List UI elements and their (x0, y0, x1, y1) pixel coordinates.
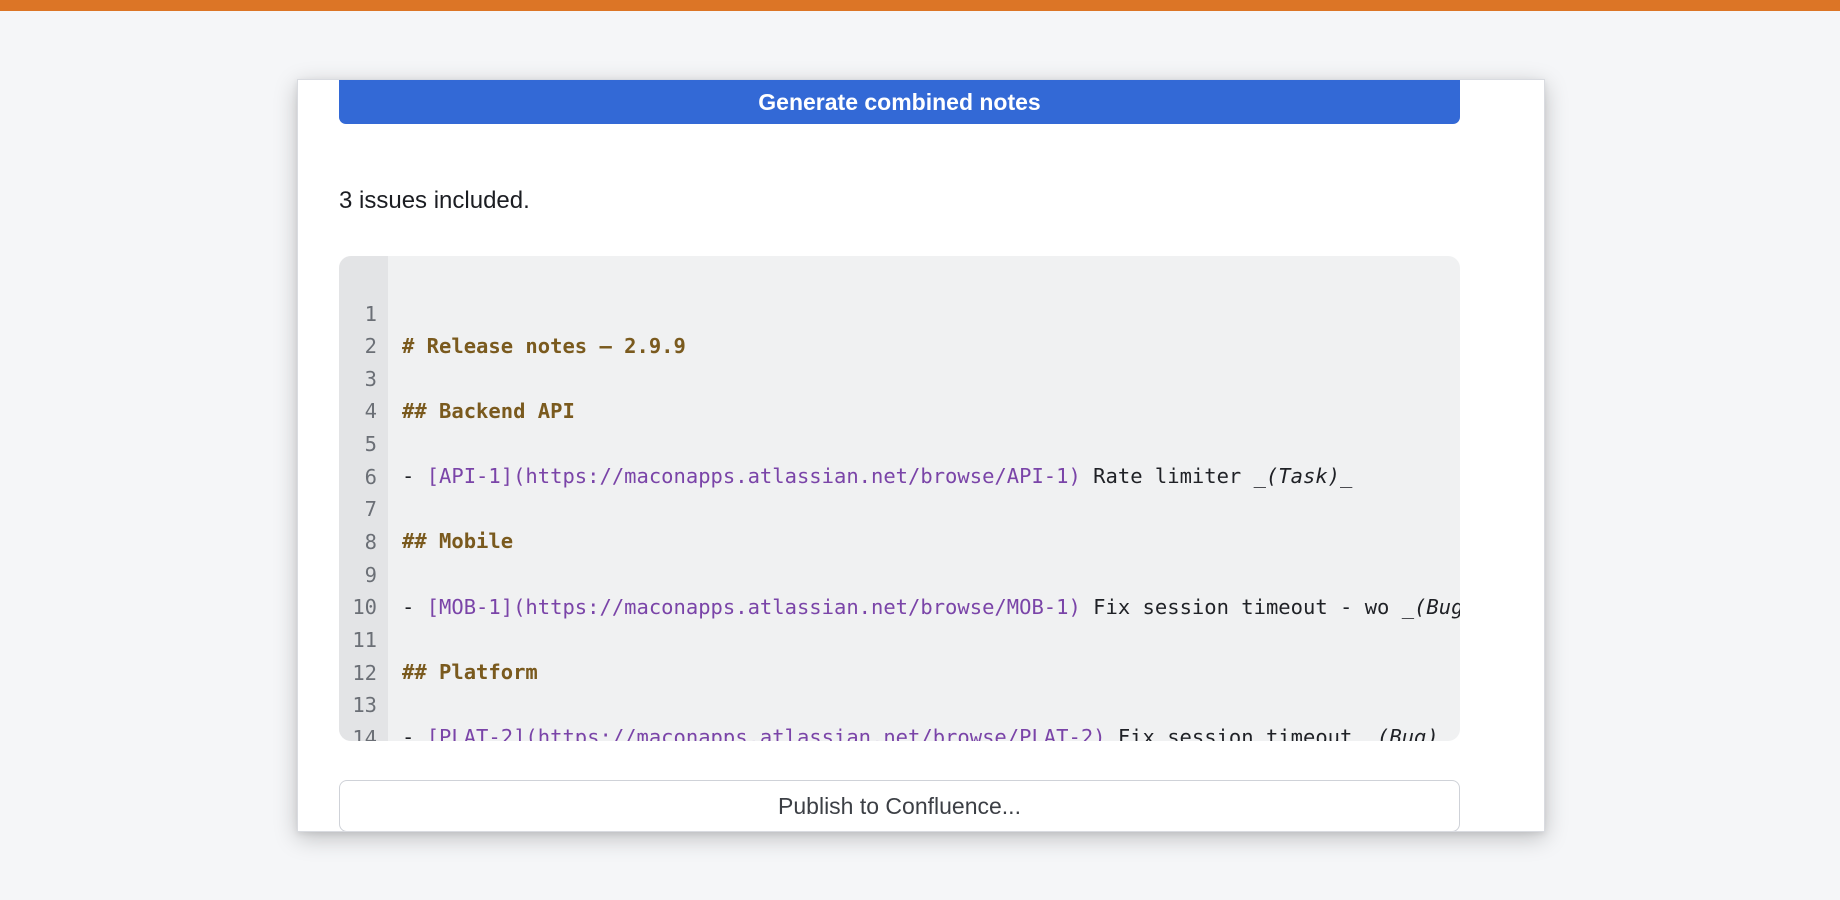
editor-line: 11 ## Platform (339, 592, 1460, 684)
markdown-editor[interactable]: 1 # Release notes — 2.9.9 2 3 ## Backend… (339, 256, 1460, 741)
editor-line: 4 (339, 363, 1460, 423)
editor-line: 2 (339, 298, 1460, 358)
issue-link: [PLAT-2](https://maconapps.atlassian.net… (426, 725, 1106, 741)
release-notes-panel: Generate combined notes 3 issues include… (297, 79, 1545, 832)
editor-line: 13 - [PLAT-2](https://maconapps.atlassia… (339, 657, 1460, 741)
editor-line: 3 ## Backend API (339, 331, 1460, 423)
editor-line: 5 - [API-1](https://maconapps.atlassian.… (339, 396, 1460, 488)
editor-line: 6 (339, 429, 1460, 489)
top-accent-bar (0, 0, 1840, 11)
editor-line: 7 ## Mobile (339, 461, 1460, 553)
editor-line: 10 (339, 559, 1460, 619)
publish-to-confluence-button[interactable]: Publish to Confluence... (339, 780, 1460, 831)
generate-combined-notes-button[interactable]: Generate combined notes (339, 80, 1460, 124)
emphasis-marker: _ (1438, 725, 1452, 741)
editor-line: 1 # Release notes — 2.9.9 (339, 266, 1460, 358)
editor-line: 14 (339, 690, 1460, 741)
issue-type: (Bug) (1377, 725, 1439, 741)
issue-summary: Fix session timeout _ (1105, 725, 1378, 741)
line-number: 14 (352, 726, 377, 741)
editor-line: 9 - [MOB-1](https://maconapps.atlassian.… (339, 527, 1460, 619)
issues-included-summary: 3 issues included. (339, 187, 530, 214)
editor-line: 8 (339, 494, 1460, 554)
editor-line: 12 (339, 625, 1460, 685)
